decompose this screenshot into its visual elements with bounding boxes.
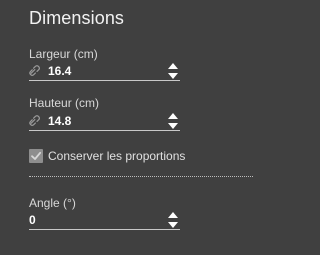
section-divider [29,176,253,177]
width-value[interactable]: 16.4 [48,64,71,78]
checkmark-icon [31,151,42,160]
link-icon [29,65,40,76]
height-field[interactable]: 14.8 [29,112,180,131]
width-field[interactable]: 16.4 [29,62,180,81]
width-spinner-icon[interactable] [167,61,179,81]
angle-field[interactable]: 0 [29,211,180,230]
angle-value[interactable]: 0 [29,213,36,227]
dimensions-panel: Dimensions Largeur (cm) 16.4 Hauteur (cm… [0,0,253,255]
angle-spinner-icon[interactable] [167,210,179,230]
panel-title: Dimensions [29,8,125,28]
height-value[interactable]: 14.8 [48,114,71,128]
keep-proportions-checkbox[interactable] [29,149,43,163]
height-label: Hauteur (cm) [29,96,100,110]
link-icon [29,115,40,126]
height-spinner-icon[interactable] [167,111,179,131]
angle-label: Angle (°) [29,196,76,210]
keep-proportions-label[interactable]: Conserver les proportions [48,149,185,163]
width-label: Largeur (cm) [29,47,98,61]
